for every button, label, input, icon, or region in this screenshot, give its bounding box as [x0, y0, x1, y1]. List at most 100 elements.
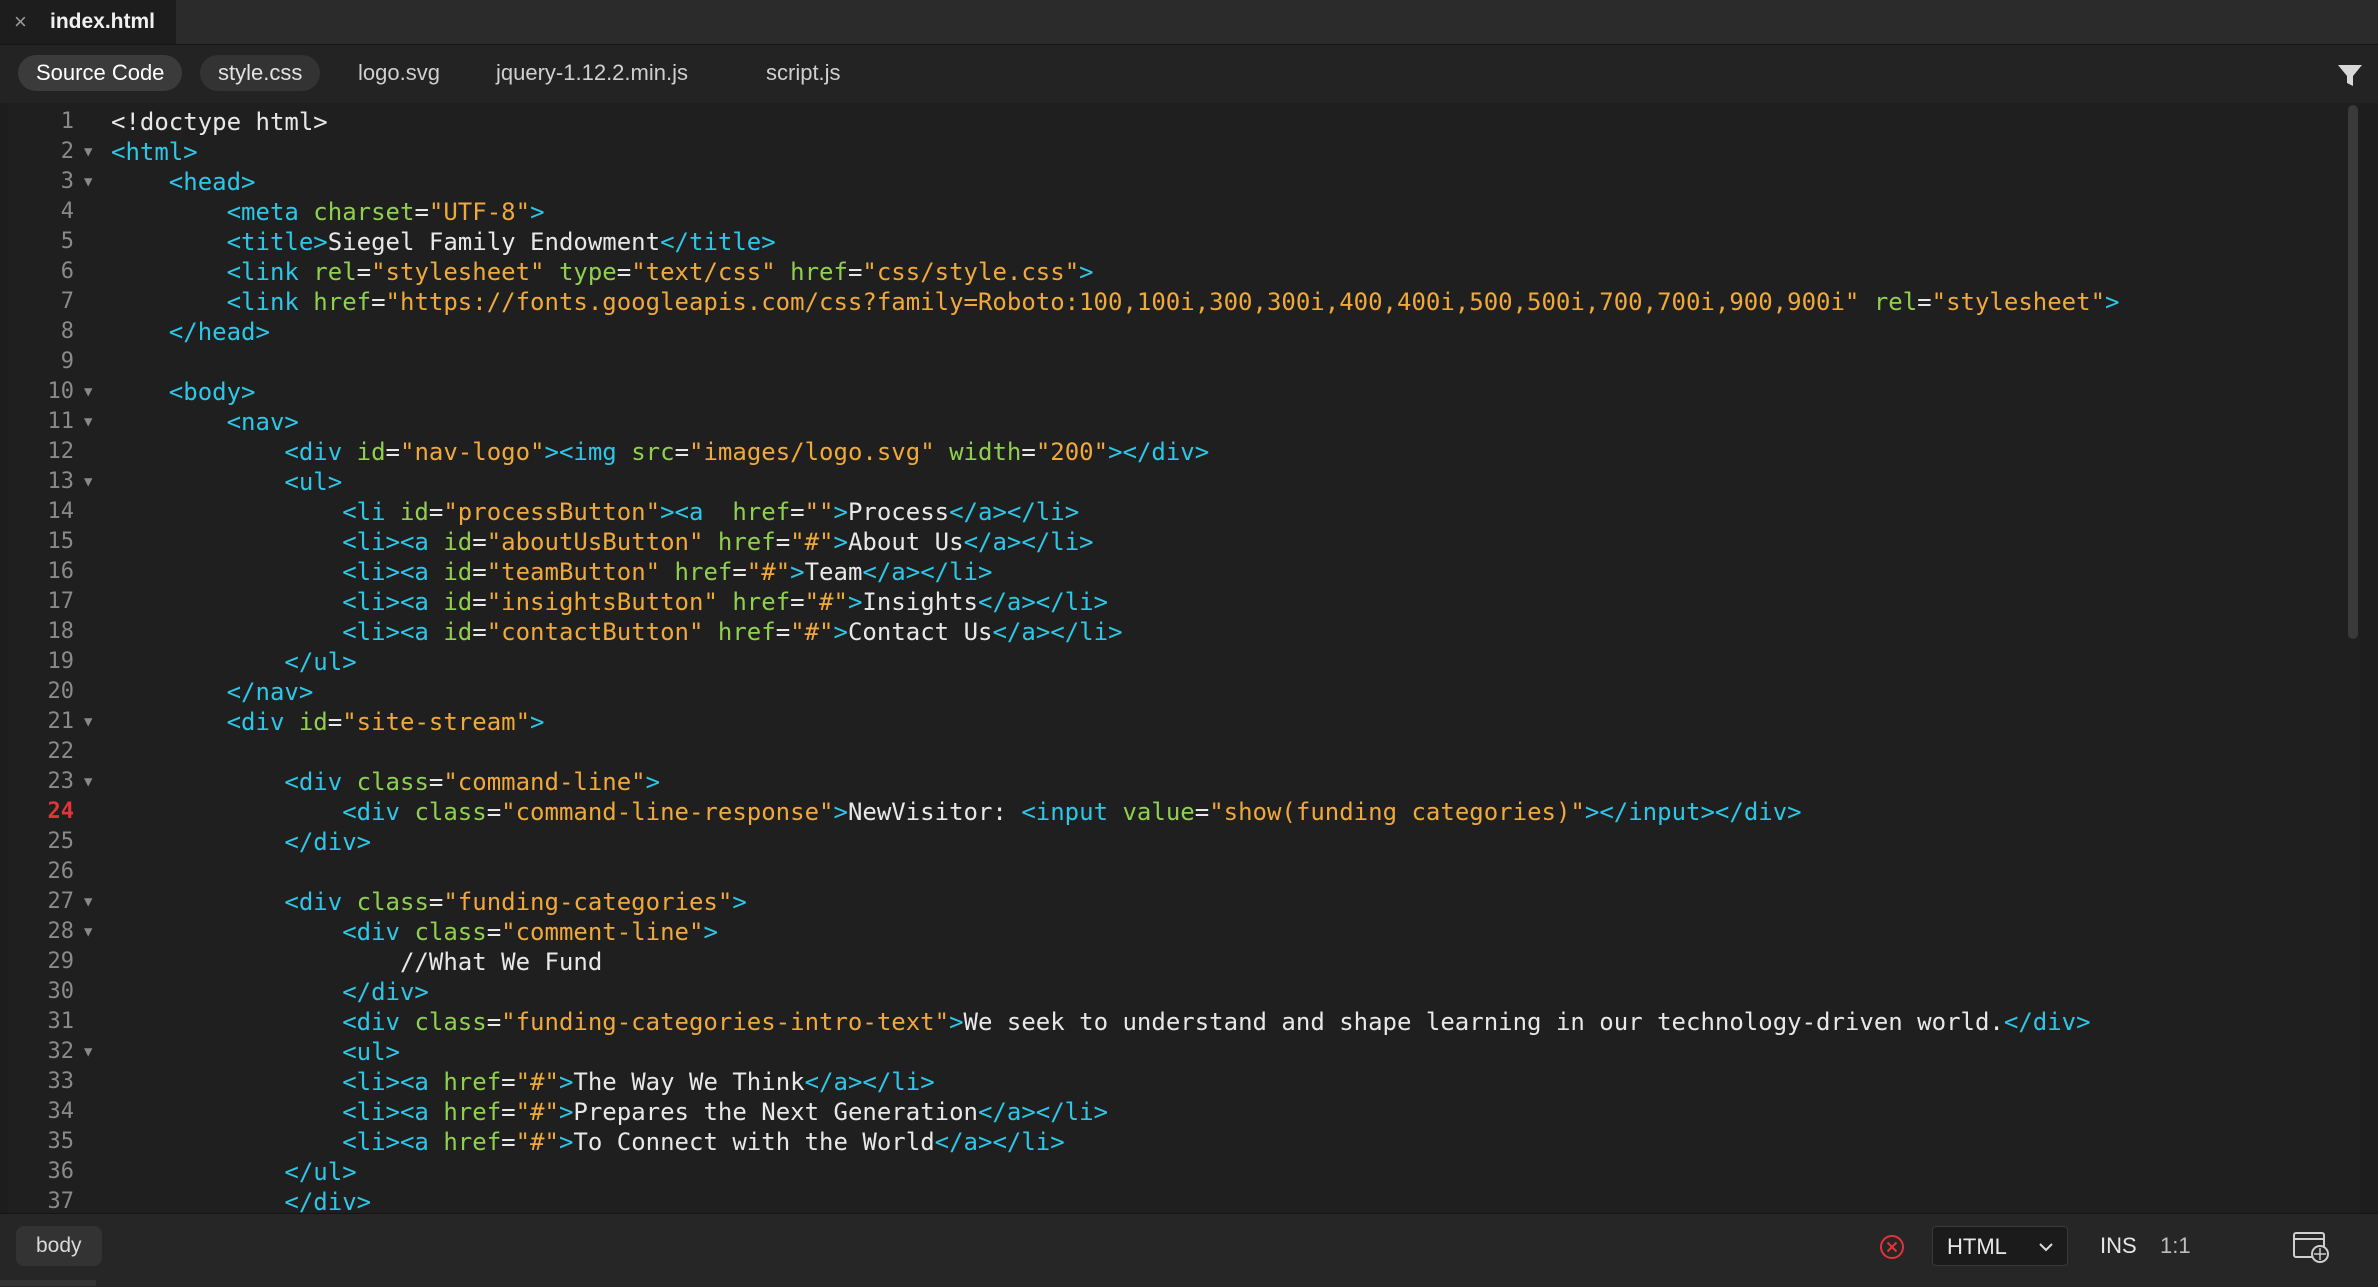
code-line[interactable]: 32 ▼ <ul> — [8, 1037, 2360, 1067]
vertical-scrollbar[interactable] — [2346, 103, 2360, 1213]
scrollbar-thumb[interactable] — [2348, 105, 2358, 639]
related-file-logo-svg[interactable]: logo.svg — [340, 55, 458, 91]
code-text: <title>Siegel Family Endowment</title> — [111, 227, 776, 257]
fold-arrow-icon[interactable]: ▼ — [84, 1037, 92, 1067]
code-line[interactable]: 18 <li><a id="contactButton" href="#">Co… — [8, 617, 2360, 647]
code-line[interactable]: 7 <link href="https://fonts.googleapis.c… — [8, 287, 2360, 317]
fold-arrow-icon[interactable]: ▼ — [84, 407, 92, 437]
code-line[interactable]: 17 <li><a id="insightsButton" href="#">I… — [8, 587, 2360, 617]
code-line[interactable]: 5 <title>Siegel Family Endowment</title> — [8, 227, 2360, 257]
code-line[interactable]: 37 </div> — [8, 1187, 2360, 1213]
code-token: rel — [313, 258, 357, 286]
code-text: <div class="command-line"> — [111, 767, 660, 797]
code-line[interactable]: 20 </nav> — [8, 677, 2360, 707]
fold-arrow-icon[interactable]: ▼ — [84, 767, 92, 797]
code-line[interactable]: 22 — [8, 737, 2360, 767]
code-token: </div> — [2003, 1008, 2091, 1036]
close-icon[interactable]: × — [14, 11, 34, 33]
fold-arrow-icon[interactable]: ▼ — [84, 707, 92, 737]
line-number: 17 — [47, 589, 75, 614]
code-token: "text/css" — [631, 258, 776, 286]
code-line[interactable]: 12 <div id="nav-logo"><img src="images/l… — [8, 437, 2360, 467]
code-token: </a></li> — [934, 1128, 1065, 1156]
code-token: = — [790, 588, 805, 616]
fold-arrow-icon[interactable]: ▼ — [84, 887, 92, 917]
code-line[interactable]: 29 //What We Fund — [8, 947, 2360, 977]
code-line[interactable]: 1 <!doctype html> — [8, 107, 2360, 137]
fold-arrow-icon[interactable]: ▼ — [84, 167, 92, 197]
fold-arrow-icon[interactable]: ▼ — [84, 917, 92, 947]
cursor-position: 1:1 — [2160, 1233, 2191, 1258]
error-icon[interactable] — [1878, 1233, 1906, 1266]
code-token: NewVisitor: — [847, 798, 1022, 826]
code-line[interactable]: 2 ▼ <html> — [8, 137, 2360, 167]
bottom-edge — [0, 1280, 96, 1286]
related-file-source-code[interactable]: Source Code — [18, 55, 183, 91]
document-tab[interactable]: × index.html — [0, 0, 176, 44]
code-token: "command-line-response" — [501, 798, 834, 826]
code-token: > — [558, 1128, 574, 1156]
code-line[interactable]: 6 <link rel="stylesheet" type="text/css"… — [8, 257, 2360, 287]
code-line[interactable]: 30 </div> — [8, 977, 2360, 1007]
code-line[interactable]: 10 ▼ <body> — [8, 377, 2360, 407]
code-line[interactable]: 35 <li><a href="#">To Connect with the W… — [8, 1127, 2360, 1157]
code-line[interactable]: 36 </ul> — [8, 1157, 2360, 1187]
code-line[interactable]: 28 ▼ <div class="comment-line"> — [8, 917, 2360, 947]
code-line[interactable]: 27 ▼ <div class="funding-categories"> — [8, 887, 2360, 917]
fold-arrow-icon[interactable]: ▼ — [84, 377, 92, 407]
line-number: 25 — [47, 829, 75, 854]
code-line[interactable]: 13 ▼ <ul> — [8, 467, 2360, 497]
code-line[interactable]: 25 </div> — [8, 827, 2360, 857]
line-number: 3 — [60, 169, 74, 194]
code-token: <li><a — [342, 558, 444, 586]
code-line[interactable]: 15 <li><a id="aboutUsButton" href="#">Ab… — [8, 527, 2360, 557]
code-token: = — [428, 498, 444, 526]
related-file-script-js[interactable]: script.js — [748, 55, 859, 91]
code-token: = — [472, 528, 487, 556]
insert-mode-indicator[interactable]: INS — [2100, 1226, 2137, 1266]
code-line[interactable]: 26 — [8, 857, 2360, 887]
code-token: = — [428, 888, 444, 916]
code-token: Siegel Family Endowment — [327, 228, 661, 256]
code-token: "css/style.css" — [862, 258, 1080, 286]
code-line[interactable]: 19 </ul> — [8, 647, 2360, 677]
code-line[interactable]: 3 ▼ <head> — [8, 167, 2360, 197]
code-token: </a></li> — [862, 558, 993, 586]
code-token: class — [414, 1008, 487, 1036]
language-select[interactable]: HTML — [1932, 1226, 2068, 1266]
filter-icon[interactable] — [2336, 61, 2364, 94]
code-line[interactable]: 14 <li id="processButton"><a href="">Pro… — [8, 497, 2360, 527]
code-text: <ul> — [111, 467, 342, 497]
code-line[interactable]: 21 ▼ <div id="site-stream"> — [8, 707, 2360, 737]
code-line[interactable]: 24 <div class="command-line-response">Ne… — [8, 797, 2360, 827]
line-number: 14 — [47, 499, 75, 524]
code-line[interactable]: 9 — [8, 347, 2360, 377]
code-line[interactable]: 11 ▼ <nav> — [8, 407, 2360, 437]
code-token: id — [356, 438, 386, 466]
code-line[interactable]: 33 <li><a href="#">The Way We Think</a><… — [8, 1067, 2360, 1097]
fold-arrow-icon[interactable]: ▼ — [84, 467, 92, 497]
live-preview-icon[interactable] — [2292, 1230, 2332, 1269]
code-line[interactable]: 34 <li><a href="#">Prepares the Next Gen… — [8, 1097, 2360, 1127]
tag-selector-body[interactable]: body — [16, 1226, 102, 1266]
fold-arrow-icon[interactable]: ▼ — [84, 137, 92, 167]
code-line[interactable]: 31 <div class="funding-categories-intro-… — [8, 1007, 2360, 1037]
line-number: 18 — [47, 619, 75, 644]
code-token: Contact Us — [847, 618, 993, 646]
code-token: "200" — [1035, 438, 1109, 466]
code-line[interactable]: 8 </head> — [8, 317, 2360, 347]
document-tab-label: index.html — [50, 10, 156, 33]
code-line[interactable]: 16 <li><a id="teamButton" href="#">Team<… — [8, 557, 2360, 587]
related-file-jquery[interactable]: jquery-1.12.2.min.js — [478, 55, 706, 91]
code-line[interactable]: 4 <meta charset="UTF-8"> — [8, 197, 2360, 227]
related-file-style-css[interactable]: style.css — [200, 55, 321, 91]
code-editor[interactable]: 1 <!doctype html> 2 ▼ <html> 3 ▼ <head> 4 <meta… — [8, 103, 2360, 1213]
code-token: <li><a — [342, 618, 444, 646]
code-token: </a></li> — [949, 498, 1080, 526]
code-line[interactable]: 23 ▼ <div class="command-line"> — [8, 767, 2360, 797]
